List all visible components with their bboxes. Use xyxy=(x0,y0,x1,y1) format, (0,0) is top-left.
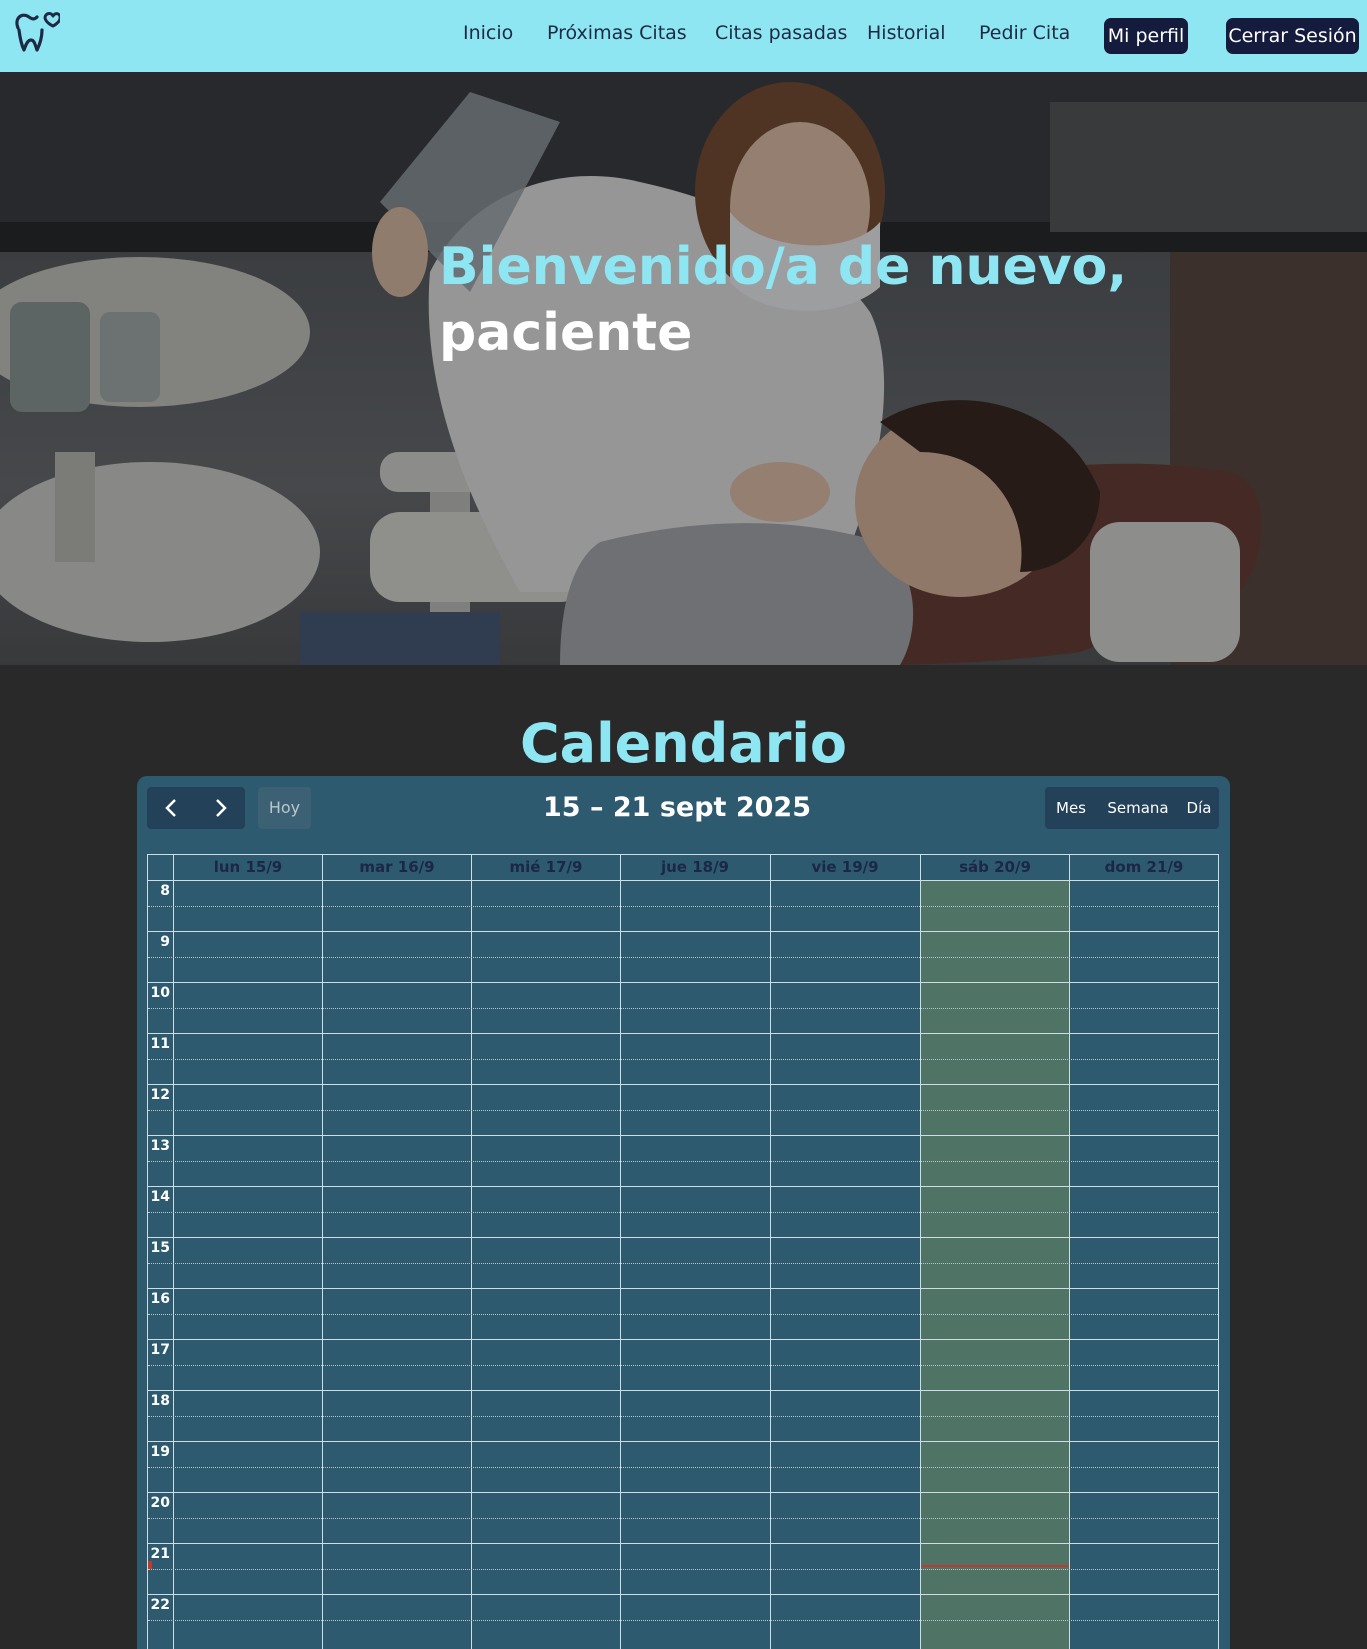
hero-greeting-line: Bienvenido/a de nuevo, xyxy=(439,237,1128,297)
hour-label: 14 xyxy=(150,1189,170,1205)
hour-label: 11 xyxy=(150,1036,170,1052)
day-header-sun: dom 21/9 xyxy=(1069,855,1218,879)
day-column-divider xyxy=(471,855,472,1649)
today-button[interactable]: Hoy xyxy=(258,787,311,829)
hour-label: 19 xyxy=(150,1444,170,1460)
half-hour-line xyxy=(148,1262,1218,1264)
hour-line xyxy=(148,1543,1218,1544)
nav-link-pedir-cita[interactable]: Pedir Cita xyxy=(979,22,1070,44)
calendar-panel: Hoy 15 – 21 sept 2025 Mes Semana Día lun… xyxy=(137,776,1230,1649)
hero-user-name: paciente xyxy=(439,303,693,363)
nav-link-historial[interactable]: Historial xyxy=(867,22,946,44)
hour-label: 8 xyxy=(160,883,170,899)
calendar-heading: Calendario xyxy=(520,712,847,775)
view-week-button[interactable]: Semana xyxy=(1097,787,1179,829)
hour-label: 9 xyxy=(160,934,170,950)
half-hour-line xyxy=(148,1313,1218,1315)
day-column-divider xyxy=(920,855,921,1649)
day-header-sat: sáb 20/9 xyxy=(920,855,1069,879)
calendar-range-title: 15 – 21 sept 2025 xyxy=(542,792,811,823)
day-header-thu: jue 18/9 xyxy=(620,855,769,879)
half-hour-line xyxy=(148,1211,1218,1213)
hour-label: 18 xyxy=(150,1393,170,1409)
nav-link-inicio[interactable]: Inicio xyxy=(463,22,513,44)
hour-line xyxy=(148,1288,1218,1289)
half-hour-line xyxy=(148,1058,1218,1060)
day-header-wed: mié 17/9 xyxy=(471,855,620,879)
half-hour-line xyxy=(148,1364,1218,1366)
hour-line xyxy=(148,1441,1218,1442)
profile-button[interactable]: Mi perfil xyxy=(1104,18,1188,54)
hour-line xyxy=(148,1084,1218,1085)
half-hour-line xyxy=(148,1109,1218,1111)
hour-label: 22 xyxy=(150,1597,170,1613)
hour-label: 16 xyxy=(150,1291,170,1307)
half-hour-line xyxy=(148,1517,1218,1519)
half-hour-line xyxy=(148,1466,1218,1468)
hour-line xyxy=(148,1594,1218,1595)
hour-line xyxy=(148,1237,1218,1238)
half-hour-line xyxy=(148,1568,1218,1570)
day-column-divider xyxy=(322,855,323,1649)
half-hour-line xyxy=(148,956,1218,958)
week-grid: lun 15/9 mar 16/9 mié 17/9 jue 18/9 vie … xyxy=(147,854,1219,1649)
navbar: Inicio Próximas Citas Citas pasadas Hist… xyxy=(0,0,1367,72)
hour-label: 13 xyxy=(150,1138,170,1154)
hour-line xyxy=(148,1390,1218,1391)
chevron-right-icon xyxy=(216,799,227,817)
day-header-mon: lun 15/9 xyxy=(173,855,322,879)
view-day-button[interactable]: Día xyxy=(1179,787,1219,829)
hour-line xyxy=(148,1135,1218,1136)
hour-label: 21 xyxy=(150,1546,170,1562)
hero-banner: Bienvenido/a de nuevo, paciente xyxy=(0,72,1367,665)
hour-line xyxy=(148,880,1218,881)
day-column-divider xyxy=(770,855,771,1649)
half-hour-line xyxy=(148,1007,1218,1009)
day-column-divider xyxy=(173,855,174,1649)
chevron-left-icon xyxy=(165,799,176,817)
view-switcher: Mes Semana Día xyxy=(1045,787,1219,829)
half-hour-line xyxy=(148,1160,1218,1162)
calendar-nav-group xyxy=(147,787,245,829)
hour-line xyxy=(148,1186,1218,1187)
day-header-fri: vie 19/9 xyxy=(770,855,919,879)
logout-button[interactable]: Cerrar Sesión xyxy=(1226,18,1359,54)
prev-week-button[interactable] xyxy=(147,787,196,829)
hour-line xyxy=(148,931,1218,932)
hour-line xyxy=(148,1033,1218,1034)
hour-label: 17 xyxy=(150,1342,170,1358)
day-column-divider xyxy=(1069,855,1070,1649)
nav-link-citas-pasadas[interactable]: Citas pasadas xyxy=(715,22,847,44)
nav-link-proximas-citas[interactable]: Próximas Citas xyxy=(547,22,687,44)
hour-label: 12 xyxy=(150,1087,170,1103)
hour-line xyxy=(148,1339,1218,1340)
hour-label: 15 xyxy=(150,1240,170,1256)
hour-line xyxy=(148,982,1218,983)
view-month-button[interactable]: Mes xyxy=(1045,787,1097,829)
today-column-highlight xyxy=(920,880,1069,1649)
tooth-heart-logo-icon[interactable] xyxy=(12,8,60,56)
day-column-divider xyxy=(620,855,621,1649)
hour-label: 20 xyxy=(150,1495,170,1511)
half-hour-line xyxy=(148,1619,1218,1621)
hero-greeting: Bienvenido/a de nuevo, paciente xyxy=(439,234,1127,366)
current-time-indicator xyxy=(920,1565,1069,1567)
half-hour-line xyxy=(148,1415,1218,1417)
hour-label: 10 xyxy=(150,985,170,1001)
dental-clinic-photo xyxy=(0,72,1367,665)
hour-line xyxy=(148,1492,1218,1493)
next-week-button[interactable] xyxy=(196,787,245,829)
day-header-tue: mar 16/9 xyxy=(322,855,471,879)
half-hour-line xyxy=(148,905,1218,907)
